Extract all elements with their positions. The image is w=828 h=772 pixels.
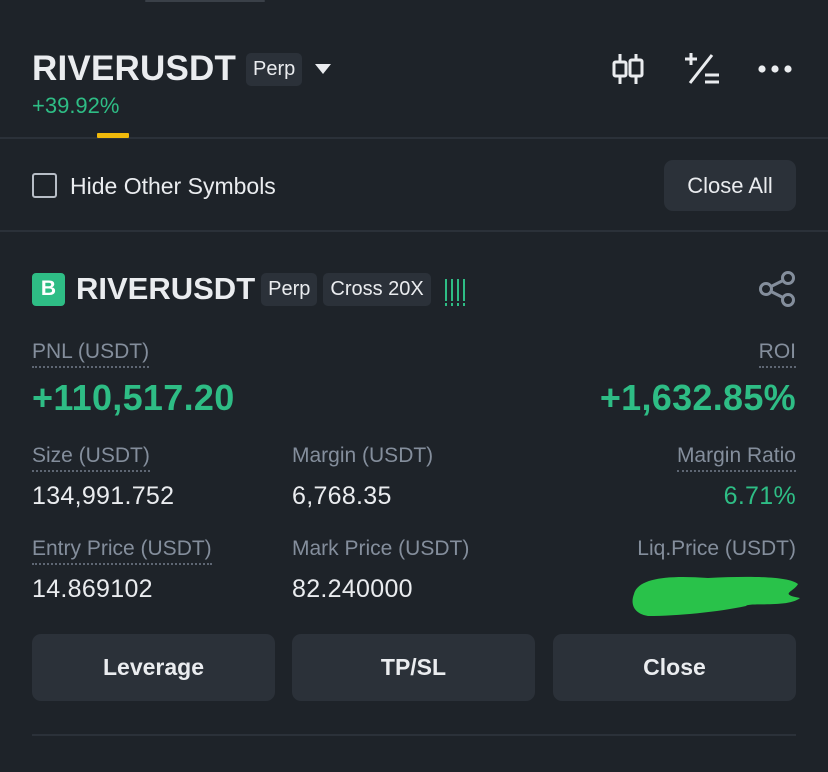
liq-price-redaction [632, 576, 800, 616]
symbol-selector[interactable]: RIVERUSDT Perp [32, 49, 332, 89]
entry-price-value: 14.869102 [32, 575, 153, 603]
symbol-title[interactable]: RIVERUSDT [32, 49, 236, 89]
hide-other-symbols-label[interactable]: Hide Other Symbols [70, 173, 276, 200]
tpsl-button[interactable]: TP/SL [292, 634, 535, 701]
liq-price-label: Liq.Price (USDT) [637, 537, 796, 560]
mark-price-value: 82.240000 [292, 575, 413, 603]
share-icon[interactable] [758, 270, 796, 308]
leverage-button[interactable]: Leverage [32, 634, 275, 701]
mark-price-label: Mark Price (USDT) [292, 537, 470, 560]
margin-ratio-value: 6.71% [723, 482, 796, 510]
size-label[interactable]: Size (USDT) [32, 444, 150, 472]
more-dots-icon[interactable] [757, 50, 793, 88]
card-divider [32, 734, 796, 736]
position-contract-tag: Perp [261, 272, 318, 306]
margin-label: Margin (USDT) [292, 444, 434, 467]
price-change-percent: +39.92% [32, 93, 120, 118]
margin-value: 6,768.35 [292, 482, 392, 510]
close-position-button[interactable]: Close [553, 634, 796, 701]
hide-other-symbols-checkbox[interactable] [32, 173, 57, 198]
entry-price-label[interactable]: Entry Price (USDT) [32, 537, 212, 565]
position-symbol[interactable]: RIVERUSDT [76, 271, 255, 307]
size-value: 134,991.752 [32, 482, 175, 510]
positions-screen: RIVERUSDT Perp +39.92% Hide Other Symbol… [0, 0, 828, 772]
position-filter-bar: Hide Other Symbols Close All [0, 139, 828, 232]
symbol-header: RIVERUSDT Perp +39.92% [0, 0, 828, 139]
active-tab-indicator [97, 133, 129, 138]
side-badge: B [32, 272, 65, 306]
plus-minus-calculator-icon[interactable] [684, 50, 720, 88]
adl-indicator-icon[interactable] [444, 277, 465, 306]
roi-value: +1,632.85% [599, 377, 796, 418]
dropdown-arrow-icon[interactable] [314, 63, 332, 75]
close-all-button[interactable]: Close All [664, 160, 796, 211]
pnl-label[interactable]: PNL (USDT) [32, 340, 150, 368]
margin-mode-tag[interactable]: Cross 20X [323, 272, 431, 306]
margin-ratio-label[interactable]: Margin Ratio [676, 444, 796, 472]
contract-type-tag: Perp [246, 52, 303, 86]
pnl-value: +110,517.20 [32, 377, 235, 418]
candlestick-chart-icon[interactable] [610, 50, 646, 88]
roi-label[interactable]: ROI [758, 340, 796, 368]
position-header: B RIVERUSDT Perp Cross 20X [32, 270, 465, 308]
